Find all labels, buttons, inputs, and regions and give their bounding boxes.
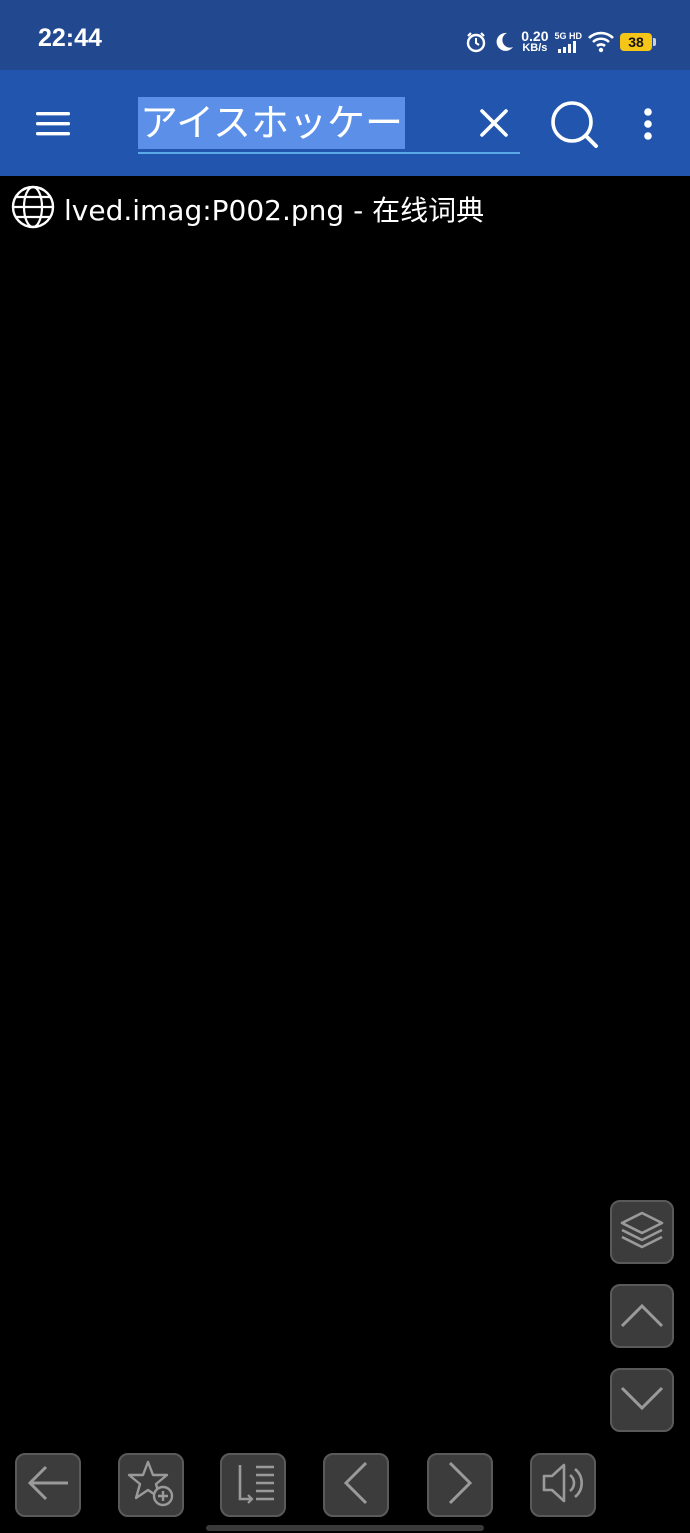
chevron-left-icon bbox=[338, 1459, 374, 1511]
scroll-down-button[interactable] bbox=[610, 1368, 674, 1432]
close-icon[interactable] bbox=[475, 104, 513, 142]
status-time: 22:44 bbox=[38, 24, 102, 52]
net-speed: 0.20 KB/s bbox=[521, 28, 549, 54]
star-add-icon bbox=[126, 1458, 176, 1512]
app-toolbar: アイスホッケー bbox=[0, 70, 690, 176]
status-bar: 22:44 0.20 KB/s 5G HD 38 bbox=[0, 0, 690, 70]
next-button[interactable] bbox=[427, 1453, 493, 1517]
chevron-down-icon bbox=[618, 1382, 666, 1418]
signal-indicator: 5G HD bbox=[554, 31, 582, 53]
more-vert-icon[interactable] bbox=[636, 104, 660, 144]
search-query-text[interactable]: アイスホッケー bbox=[138, 97, 405, 149]
globe-icon bbox=[10, 184, 56, 234]
previous-button[interactable] bbox=[323, 1453, 389, 1517]
layers-icon bbox=[618, 1209, 666, 1255]
chevron-right-icon bbox=[442, 1459, 478, 1511]
net-speed-value: 0.20 bbox=[521, 28, 549, 44]
back-arrow-icon bbox=[24, 1463, 72, 1507]
home-indicator[interactable] bbox=[206, 1525, 484, 1531]
speaker-icon bbox=[538, 1460, 588, 1510]
signal-icon bbox=[557, 41, 579, 53]
net-speed-unit: KB/s bbox=[522, 42, 548, 54]
add-favorite-button[interactable] bbox=[118, 1453, 184, 1517]
moon-icon bbox=[493, 31, 515, 53]
list-button[interactable] bbox=[220, 1453, 286, 1517]
list-icon bbox=[228, 1461, 278, 1509]
status-icons: 0.20 KB/s 5G HD 38 bbox=[465, 28, 656, 56]
scroll-up-button[interactable] bbox=[610, 1284, 674, 1348]
result-item[interactable]: lved.imag:P002.png - 在线词典 bbox=[10, 184, 485, 234]
battery-level: 38 bbox=[628, 34, 644, 50]
back-button[interactable] bbox=[15, 1453, 81, 1517]
screen: 22:44 0.20 KB/s 5G HD 38 アイスホッケー lved.im… bbox=[0, 0, 690, 1533]
wifi-icon bbox=[588, 31, 614, 53]
layers-button[interactable] bbox=[610, 1200, 674, 1264]
search-input[interactable]: アイスホッケー bbox=[138, 94, 520, 154]
search-icon[interactable] bbox=[548, 98, 600, 150]
speak-button[interactable] bbox=[530, 1453, 596, 1517]
battery-icon: 38 bbox=[620, 33, 656, 51]
chevron-up-icon bbox=[618, 1298, 666, 1334]
result-title: lved.imag:P002.png - 在线词典 bbox=[64, 194, 485, 227]
signal-label: 5G HD bbox=[554, 31, 582, 41]
hamburger-menu-icon[interactable] bbox=[30, 104, 76, 144]
alarm-icon bbox=[465, 31, 487, 53]
